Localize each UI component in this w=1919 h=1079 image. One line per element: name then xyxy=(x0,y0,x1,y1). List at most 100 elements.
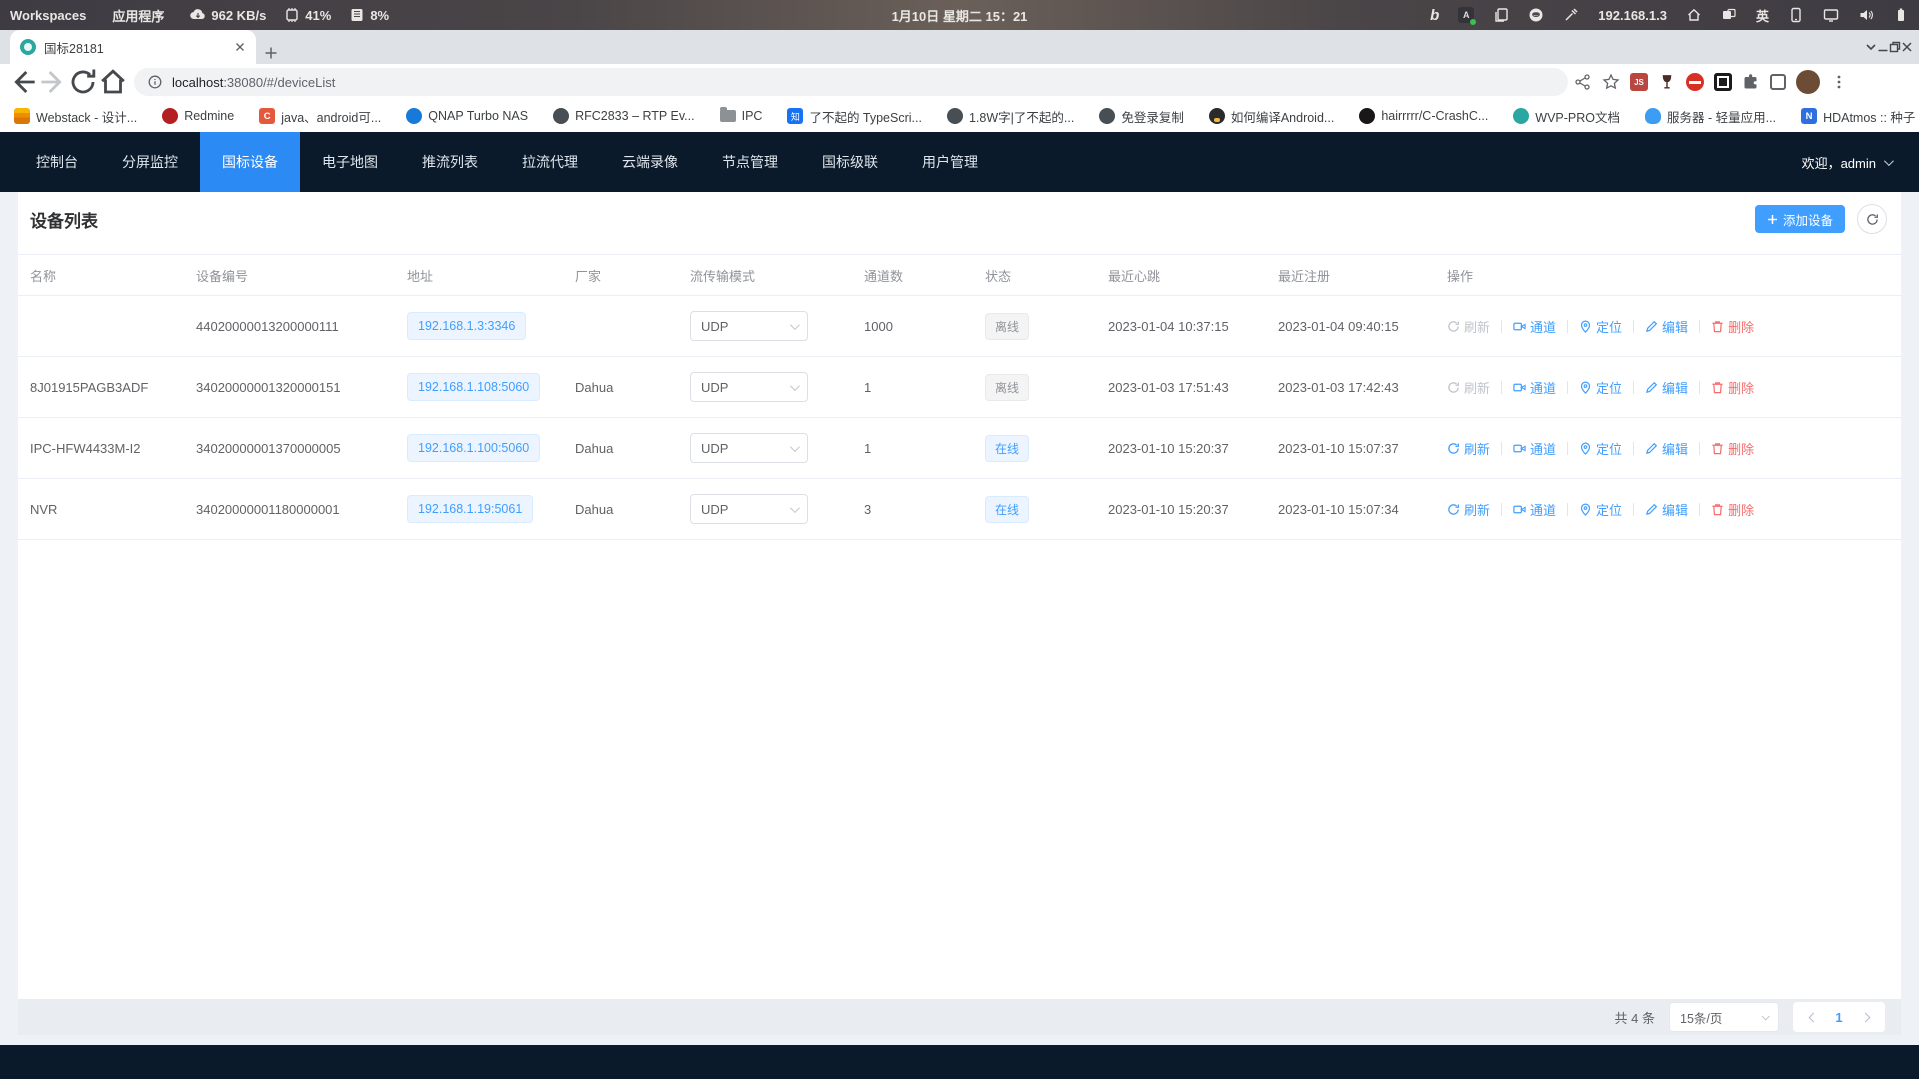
nav-item-split-monitor[interactable]: 分屏监控 xyxy=(100,132,200,192)
stream-mode-select[interactable]: UDP xyxy=(690,433,808,463)
minimize-button[interactable] xyxy=(1877,41,1889,53)
nav-item-user-manage[interactable]: 用户管理 xyxy=(900,132,1000,192)
battery-tray-icon[interactable] xyxy=(1893,7,1909,23)
reload-button[interactable] xyxy=(68,67,98,97)
nav-item-console[interactable]: 控制台 xyxy=(14,132,100,192)
phone-link-tray-icon[interactable] xyxy=(1788,7,1804,23)
display-tray-icon[interactable] xyxy=(1823,7,1839,23)
bookmark-item[interactable]: IPC xyxy=(720,109,763,123)
extensions-puzzle-icon[interactable] xyxy=(1742,73,1760,91)
bookmark-item[interactable]: 1.8W字|了不起的... xyxy=(947,107,1074,126)
page-size-select[interactable]: 15条/页 xyxy=(1669,1002,1779,1032)
bookmark-item[interactable]: QNAP Turbo NAS xyxy=(406,108,528,124)
globe-favicon xyxy=(553,108,569,124)
edit-button[interactable]: 编辑 xyxy=(1645,378,1688,397)
stream-mode-select[interactable]: UDP xyxy=(690,372,808,402)
refresh-device-button[interactable]: 刷新 xyxy=(1447,378,1490,397)
ip-address-indicator[interactable]: 192.168.1.3 xyxy=(1598,8,1667,23)
channel-button[interactable]: 通道 xyxy=(1513,378,1556,397)
workspaces-button[interactable]: Workspaces xyxy=(10,8,86,23)
channel-button[interactable]: 通道 xyxy=(1513,500,1556,519)
bing-tray-icon[interactable]: b xyxy=(1430,7,1439,24)
stream-mode-select[interactable]: UDP xyxy=(690,311,808,341)
nav-item-emap[interactable]: 电子地图 xyxy=(300,132,400,192)
edit-button[interactable]: 编辑 xyxy=(1645,439,1688,458)
bookmark-item[interactable]: WVP-PRO文档 xyxy=(1513,107,1620,126)
channel-button[interactable]: 通道 xyxy=(1513,317,1556,336)
bookmark-item[interactable]: Cjava、android可... xyxy=(259,107,381,126)
qr-extension-icon[interactable] xyxy=(1714,73,1732,91)
volume-tray-icon[interactable] xyxy=(1858,7,1874,23)
refresh-device-button[interactable]: 刷新 xyxy=(1447,439,1490,458)
refresh-list-button[interactable] xyxy=(1857,204,1887,234)
screenshot-tray-icon[interactable]: A xyxy=(1458,7,1474,23)
profile-avatar[interactable] xyxy=(1796,70,1820,94)
home-tray-icon[interactable] xyxy=(1686,7,1702,23)
delete-button[interactable]: 删除 xyxy=(1711,500,1754,519)
add-device-button[interactable]: 添加设备 xyxy=(1755,205,1845,233)
tab-close-icon[interactable] xyxy=(234,41,246,53)
home-button[interactable] xyxy=(98,67,128,97)
bookmark-item[interactable]: NHDAtmos :: 种子 *... xyxy=(1801,107,1919,126)
next-page-button[interactable] xyxy=(1851,1003,1879,1031)
close-window-button[interactable] xyxy=(1901,41,1913,53)
refresh-device-button[interactable]: 刷新 xyxy=(1447,500,1490,519)
browser-menu-icon[interactable] xyxy=(1830,73,1848,91)
locate-button[interactable]: 定位 xyxy=(1579,500,1622,519)
bookmark-star-icon[interactable] xyxy=(1602,73,1620,91)
locate-button[interactable]: 定位 xyxy=(1579,317,1622,336)
address-bar[interactable]: localhost:38080/#/deviceList xyxy=(134,68,1568,96)
input-method-indicator[interactable]: 英 xyxy=(1756,6,1769,25)
bookmark-item[interactable]: RFC2833 – RTP Ev... xyxy=(553,108,695,124)
clipboard-tray-icon[interactable] xyxy=(1493,7,1509,23)
url-text[interactable]: localhost:38080/#/deviceList xyxy=(172,75,335,90)
nav-item-node-manage[interactable]: 节点管理 xyxy=(700,132,800,192)
stream-mode-select[interactable]: UDP xyxy=(690,494,808,524)
refresh-device-button[interactable]: 刷新 xyxy=(1447,317,1490,336)
bookmark-item[interactable]: 免登录复制 xyxy=(1099,107,1184,126)
delete-button[interactable]: 删除 xyxy=(1711,317,1754,336)
nav-item-cloud-record[interactable]: 云端录像 xyxy=(600,132,700,192)
delete-button[interactable]: 删除 xyxy=(1711,378,1754,397)
site-info-icon[interactable] xyxy=(148,75,162,89)
new-tab-button[interactable] xyxy=(264,46,278,60)
tab-frame-extension-icon[interactable] xyxy=(1770,74,1786,90)
bookmark-item[interactable]: 知了不起的 TypeScri... xyxy=(787,107,922,126)
locate-button[interactable]: 定位 xyxy=(1579,378,1622,397)
restore-button[interactable] xyxy=(1889,41,1901,53)
nav-item-gb-devices[interactable]: 国标设备 xyxy=(200,132,300,192)
chevron-left-icon xyxy=(1808,1012,1818,1022)
user-menu[interactable]: 欢迎，admin xyxy=(1802,132,1891,192)
blocker-extension-icon[interactable] xyxy=(1686,73,1704,91)
bookmark-item[interactable]: 服务器 - 轻量应用... xyxy=(1645,107,1776,126)
clock[interactable]: 1月10日 星期二 15：21 xyxy=(892,6,1028,25)
wine-extension-icon[interactable] xyxy=(1658,73,1676,91)
current-page[interactable]: 1 xyxy=(1827,1010,1851,1025)
delete-button[interactable]: 删除 xyxy=(1711,439,1754,458)
locate-button[interactable]: 定位 xyxy=(1579,439,1622,458)
applications-button[interactable]: 应用程序 xyxy=(112,6,164,25)
browser-tab[interactable]: 国标28181 xyxy=(10,30,256,64)
prev-page-button[interactable] xyxy=(1799,1003,1827,1031)
workspaces-tray-icon[interactable] xyxy=(1721,7,1737,23)
channel-button[interactable]: 通道 xyxy=(1513,439,1556,458)
back-button[interactable] xyxy=(8,67,38,97)
bookmark-item[interactable]: Webstack - 设计... xyxy=(14,107,137,126)
js-extension-icon[interactable]: JS xyxy=(1630,73,1648,91)
bookmark-item[interactable]: 如何编译Android... xyxy=(1209,107,1335,126)
nav-item-push-list[interactable]: 推流列表 xyxy=(400,132,500,192)
color-picker-tray-icon[interactable] xyxy=(1563,7,1579,23)
bookmark-item[interactable]: hairrrrr/C-CrashC... xyxy=(1359,108,1488,124)
nav-item-gb-cascade[interactable]: 国标级联 xyxy=(800,132,900,192)
bookmark-item[interactable]: Redmine xyxy=(162,108,234,124)
coffee-tray-icon[interactable] xyxy=(1528,7,1544,23)
share-icon[interactable] xyxy=(1574,73,1592,91)
edit-button[interactable]: 编辑 xyxy=(1645,500,1688,519)
forward-button[interactable] xyxy=(38,67,68,97)
tab-search-chevron-icon[interactable] xyxy=(1865,41,1877,53)
last-register: 2023-01-10 15:07:34 xyxy=(1278,502,1447,517)
nav-item-pull-proxy[interactable]: 拉流代理 xyxy=(500,132,600,192)
edit-button[interactable]: 编辑 xyxy=(1645,317,1688,336)
status-badge: 在线 xyxy=(985,496,1029,523)
address-tag: 192.168.1.3:3346 xyxy=(407,312,526,340)
